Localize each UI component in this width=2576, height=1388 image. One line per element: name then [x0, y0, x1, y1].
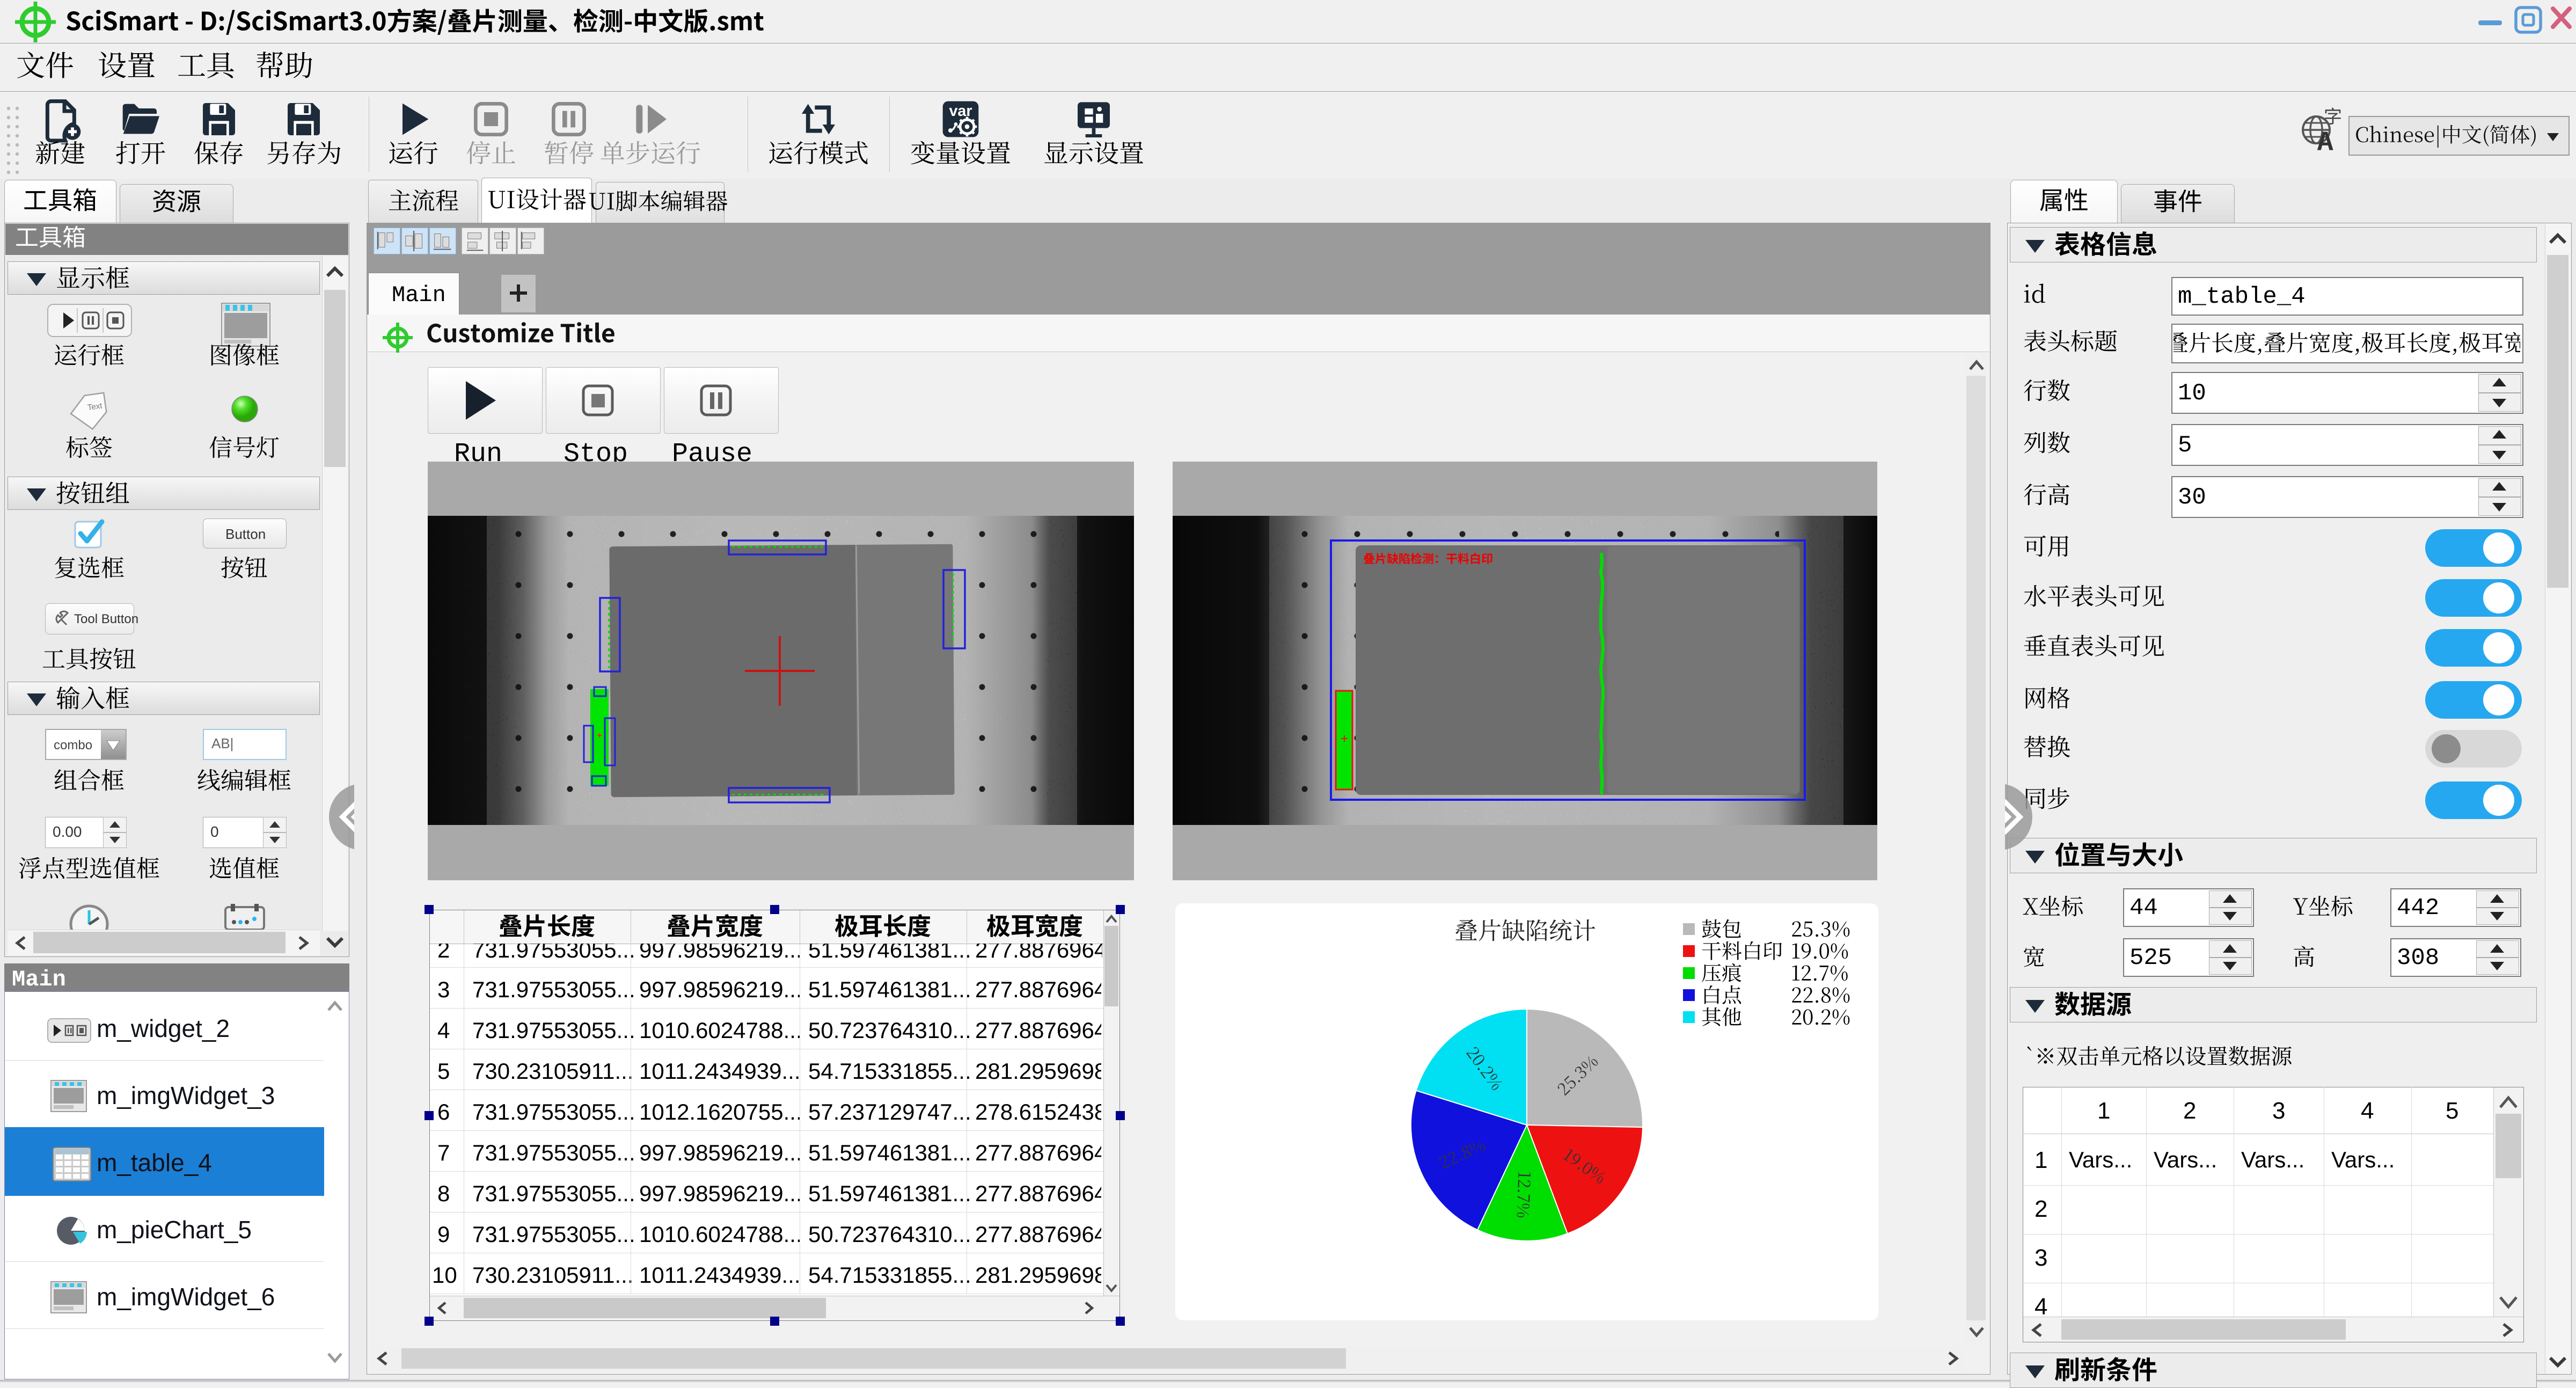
- svg-text:combo: combo: [54, 738, 92, 753]
- svg-text:var: var: [949, 103, 972, 120]
